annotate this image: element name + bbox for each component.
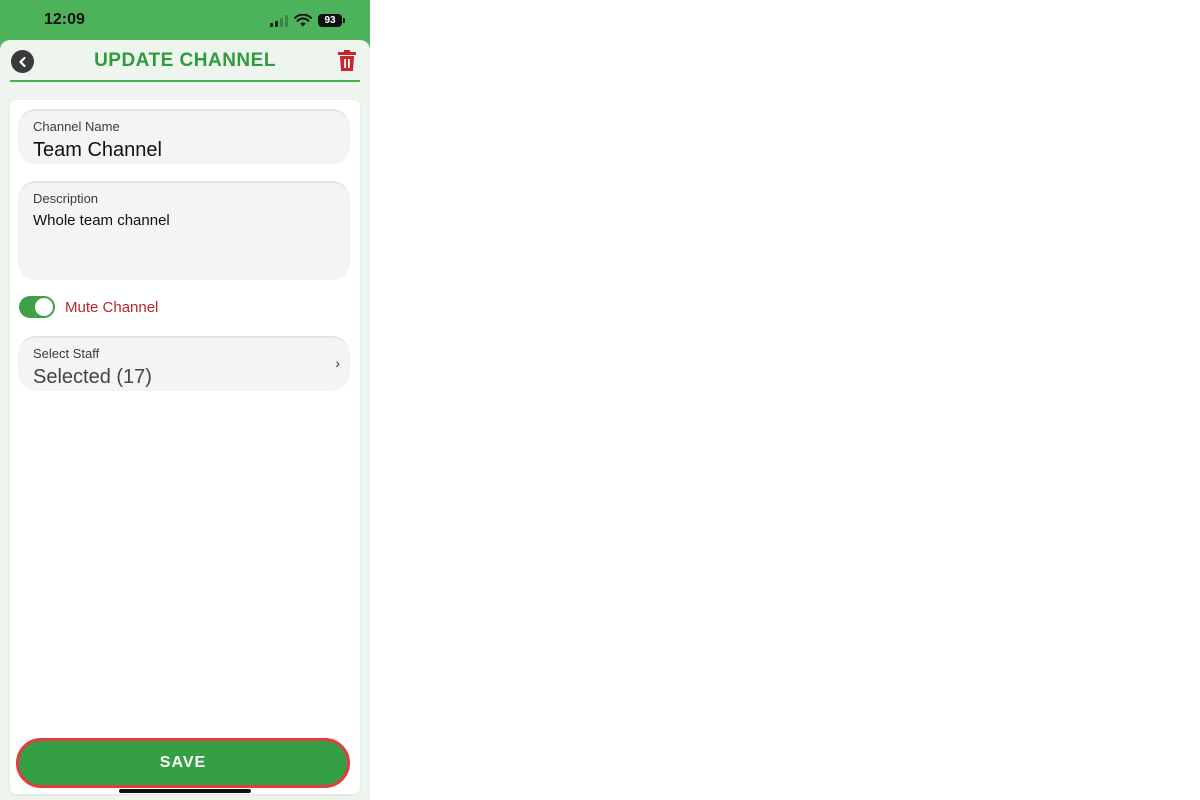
save-button[interactable]: SAVE bbox=[16, 738, 350, 788]
phone-screen: 12:09 93 UPDATE CHANNEL Channel Name Tea… bbox=[0, 0, 370, 800]
description-field[interactable]: Description Whole team channel bbox=[18, 181, 350, 280]
chevron-right-icon: › bbox=[335, 355, 340, 371]
select-staff-value: Selected (17) bbox=[33, 366, 152, 388]
battery-icon: 93 bbox=[318, 14, 345, 27]
status-bar: 12:09 93 bbox=[0, 0, 370, 42]
status-time: 12:09 bbox=[44, 11, 85, 28]
header: UPDATE CHANNEL bbox=[10, 40, 360, 82]
page-title: UPDATE CHANNEL bbox=[94, 50, 276, 71]
toggle-knob bbox=[35, 298, 53, 316]
form-card: Channel Name Team Channel Description Wh… bbox=[10, 100, 360, 794]
status-icons: 93 bbox=[270, 14, 345, 27]
channel-name-label: Channel Name bbox=[33, 119, 120, 134]
description-label: Description bbox=[33, 191, 99, 206]
save-button-label: SAVE bbox=[159, 754, 207, 771]
delete-button[interactable] bbox=[338, 50, 356, 72]
mute-channel-label: Mute Channel bbox=[65, 298, 159, 316]
channel-name-field[interactable]: Channel Name Team Channel bbox=[18, 109, 350, 164]
mute-channel-row: Mute Channel bbox=[19, 296, 158, 318]
signal-icon bbox=[270, 14, 288, 27]
select-staff-label: Select Staff bbox=[33, 346, 100, 361]
description-input[interactable]: Whole team channel bbox=[33, 212, 170, 229]
modal-sheet: UPDATE CHANNEL Channel Name Team Channel… bbox=[0, 40, 370, 800]
wifi-icon bbox=[294, 14, 312, 27]
home-indicator bbox=[119, 789, 251, 793]
channel-name-input[interactable]: Team Channel bbox=[33, 139, 162, 162]
mute-channel-toggle[interactable] bbox=[19, 296, 55, 318]
select-staff-field[interactable]: Select Staff Selected (17) › bbox=[18, 336, 350, 391]
